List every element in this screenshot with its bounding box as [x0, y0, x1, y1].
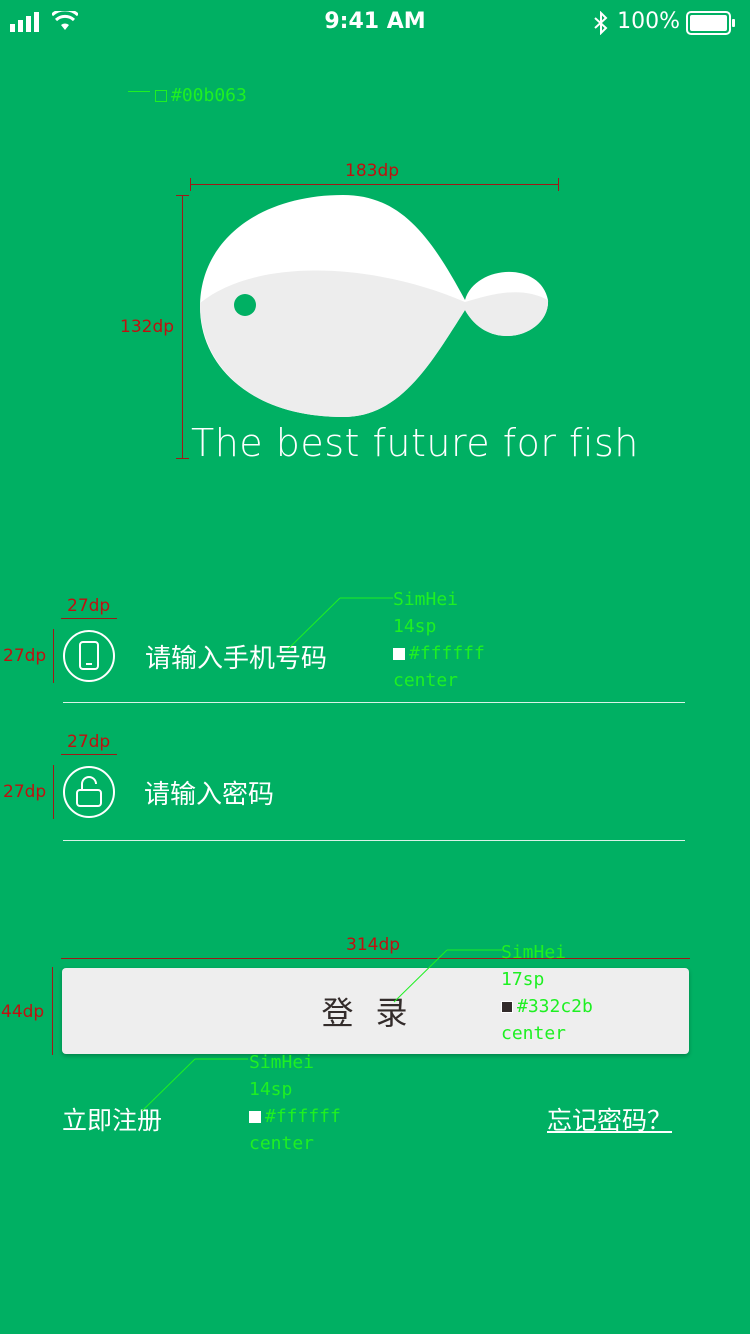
bg-color-annotation: #00b063	[155, 82, 247, 109]
logo-height-label: 132dp	[120, 317, 175, 337]
login-button[interactable]: 登录	[62, 968, 689, 1054]
phone-divider	[63, 702, 685, 703]
height-dimension-line	[182, 195, 183, 459]
icon-width-label: 27dp	[67, 596, 111, 616]
width-dimension-tick	[190, 178, 191, 191]
height-dimension-tick	[176, 458, 189, 459]
annotation-color-value: #332c2b	[517, 996, 593, 1017]
annotation-line	[128, 91, 150, 92]
login-button-annotation: SimHei 17sp #332c2b center	[501, 939, 593, 1047]
annotation-font: SimHei	[501, 942, 567, 963]
annotation-font: SimHei	[393, 589, 459, 610]
battery-icon	[686, 11, 735, 35]
phone-icon	[63, 630, 115, 682]
annotation-leader	[393, 949, 502, 1003]
icon-height-dimension-line	[53, 765, 54, 819]
icon-width-dimension-line	[61, 754, 117, 755]
button-width-dimension-line	[61, 958, 690, 959]
height-dimension-tick	[176, 195, 189, 196]
annotation-size: 14sp	[393, 616, 437, 637]
annotation-color-value: #ffffff	[409, 643, 485, 664]
icon-height-dimension-line	[53, 629, 54, 683]
annotation-size: 17sp	[501, 969, 545, 990]
annotation-color: #ffffff	[393, 640, 485, 667]
annotation-color: #332c2b	[501, 993, 593, 1020]
password-divider	[63, 840, 685, 841]
button-height-label: 44dp	[1, 1002, 45, 1022]
phone-input-annotation: SimHei 14sp #ffffff center	[393, 586, 485, 694]
annotation-leader	[141, 1058, 248, 1112]
icon-width-dimension-line	[61, 618, 117, 619]
annotation-align: center	[501, 1023, 567, 1044]
annotation-font: SimHei	[249, 1052, 315, 1073]
annotation-color-value: #ffffff	[265, 1106, 341, 1127]
fish-logo-icon	[200, 195, 549, 417]
icon-height-label: 27dp	[3, 782, 47, 802]
register-link-annotation: SimHei 14sp #ffffff center	[249, 1049, 341, 1157]
color-swatch	[501, 1001, 513, 1013]
width-dimension-tick	[558, 178, 559, 191]
annotation-align: center	[393, 670, 459, 691]
icon-height-label: 27dp	[3, 646, 47, 666]
status-bar: 9:41 AM 100%	[0, 0, 750, 44]
color-swatch	[155, 90, 167, 102]
color-swatch	[393, 648, 405, 660]
annotation-color: #ffffff	[249, 1103, 341, 1130]
icon-width-label: 27dp	[67, 732, 111, 752]
battery-percentage: 100%	[617, 9, 680, 34]
annotation-leader	[286, 597, 393, 651]
logo-slogan: The best future for fish	[191, 421, 639, 465]
password-input[interactable]: 请输入密码	[144, 774, 274, 811]
forgot-password-link[interactable]: 忘记密码？	[547, 1101, 672, 1137]
unlock-icon	[63, 766, 115, 818]
width-dimension-line	[190, 184, 559, 185]
button-height-dimension-line	[52, 967, 53, 1055]
annotation-align: center	[249, 1133, 315, 1154]
color-swatch	[249, 1111, 261, 1123]
logo-width-label: 183dp	[345, 161, 400, 181]
bluetooth-icon	[594, 11, 608, 35]
bg-color-value: #00b063	[171, 85, 247, 106]
annotation-size: 14sp	[249, 1079, 293, 1100]
